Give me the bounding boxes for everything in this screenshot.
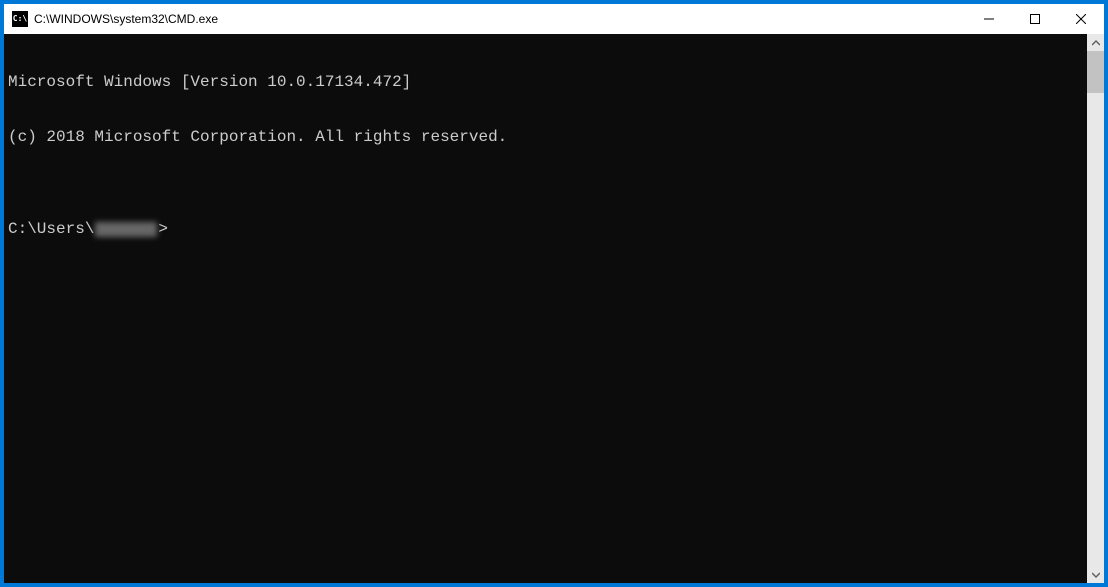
titlebar[interactable]: C:\ C:\WINDOWS\system32\CMD.exe <box>4 4 1104 34</box>
minimize-icon <box>984 14 994 24</box>
maximize-button[interactable] <box>1012 4 1058 34</box>
cmd-window: C:\ C:\WINDOWS\system32\CMD.exe Microsof… <box>3 3 1105 584</box>
scrollbar-thumb[interactable] <box>1087 51 1104 93</box>
terminal-output[interactable]: Microsoft Windows [Version 10.0.17134.47… <box>4 34 1087 583</box>
copyright-line: (c) 2018 Microsoft Corporation. All righ… <box>8 128 1087 146</box>
blurred-username <box>95 222 157 237</box>
close-button[interactable] <box>1058 4 1104 34</box>
maximize-icon <box>1030 14 1040 24</box>
chevron-up-icon <box>1092 39 1100 47</box>
scrollbar-down-button[interactable] <box>1087 566 1104 583</box>
content-area: Microsoft Windows [Version 10.0.17134.47… <box>4 34 1104 583</box>
vertical-scrollbar[interactable] <box>1087 34 1104 583</box>
window-controls <box>966 4 1104 34</box>
prompt-prefix: C:\Users\ <box>8 220 94 238</box>
scrollbar-track[interactable] <box>1087 51 1104 566</box>
chevron-down-icon <box>1092 571 1100 579</box>
window-title: C:\WINDOWS\system32\CMD.exe <box>34 12 966 26</box>
close-icon <box>1076 14 1086 24</box>
scrollbar-up-button[interactable] <box>1087 34 1104 51</box>
version-line: Microsoft Windows [Version 10.0.17134.47… <box>8 73 1087 91</box>
prompt-suffix: > <box>158 220 168 238</box>
cmd-icon: C:\ <box>12 11 28 27</box>
prompt-line: C:\Users\ > <box>8 220 1087 238</box>
minimize-button[interactable] <box>966 4 1012 34</box>
